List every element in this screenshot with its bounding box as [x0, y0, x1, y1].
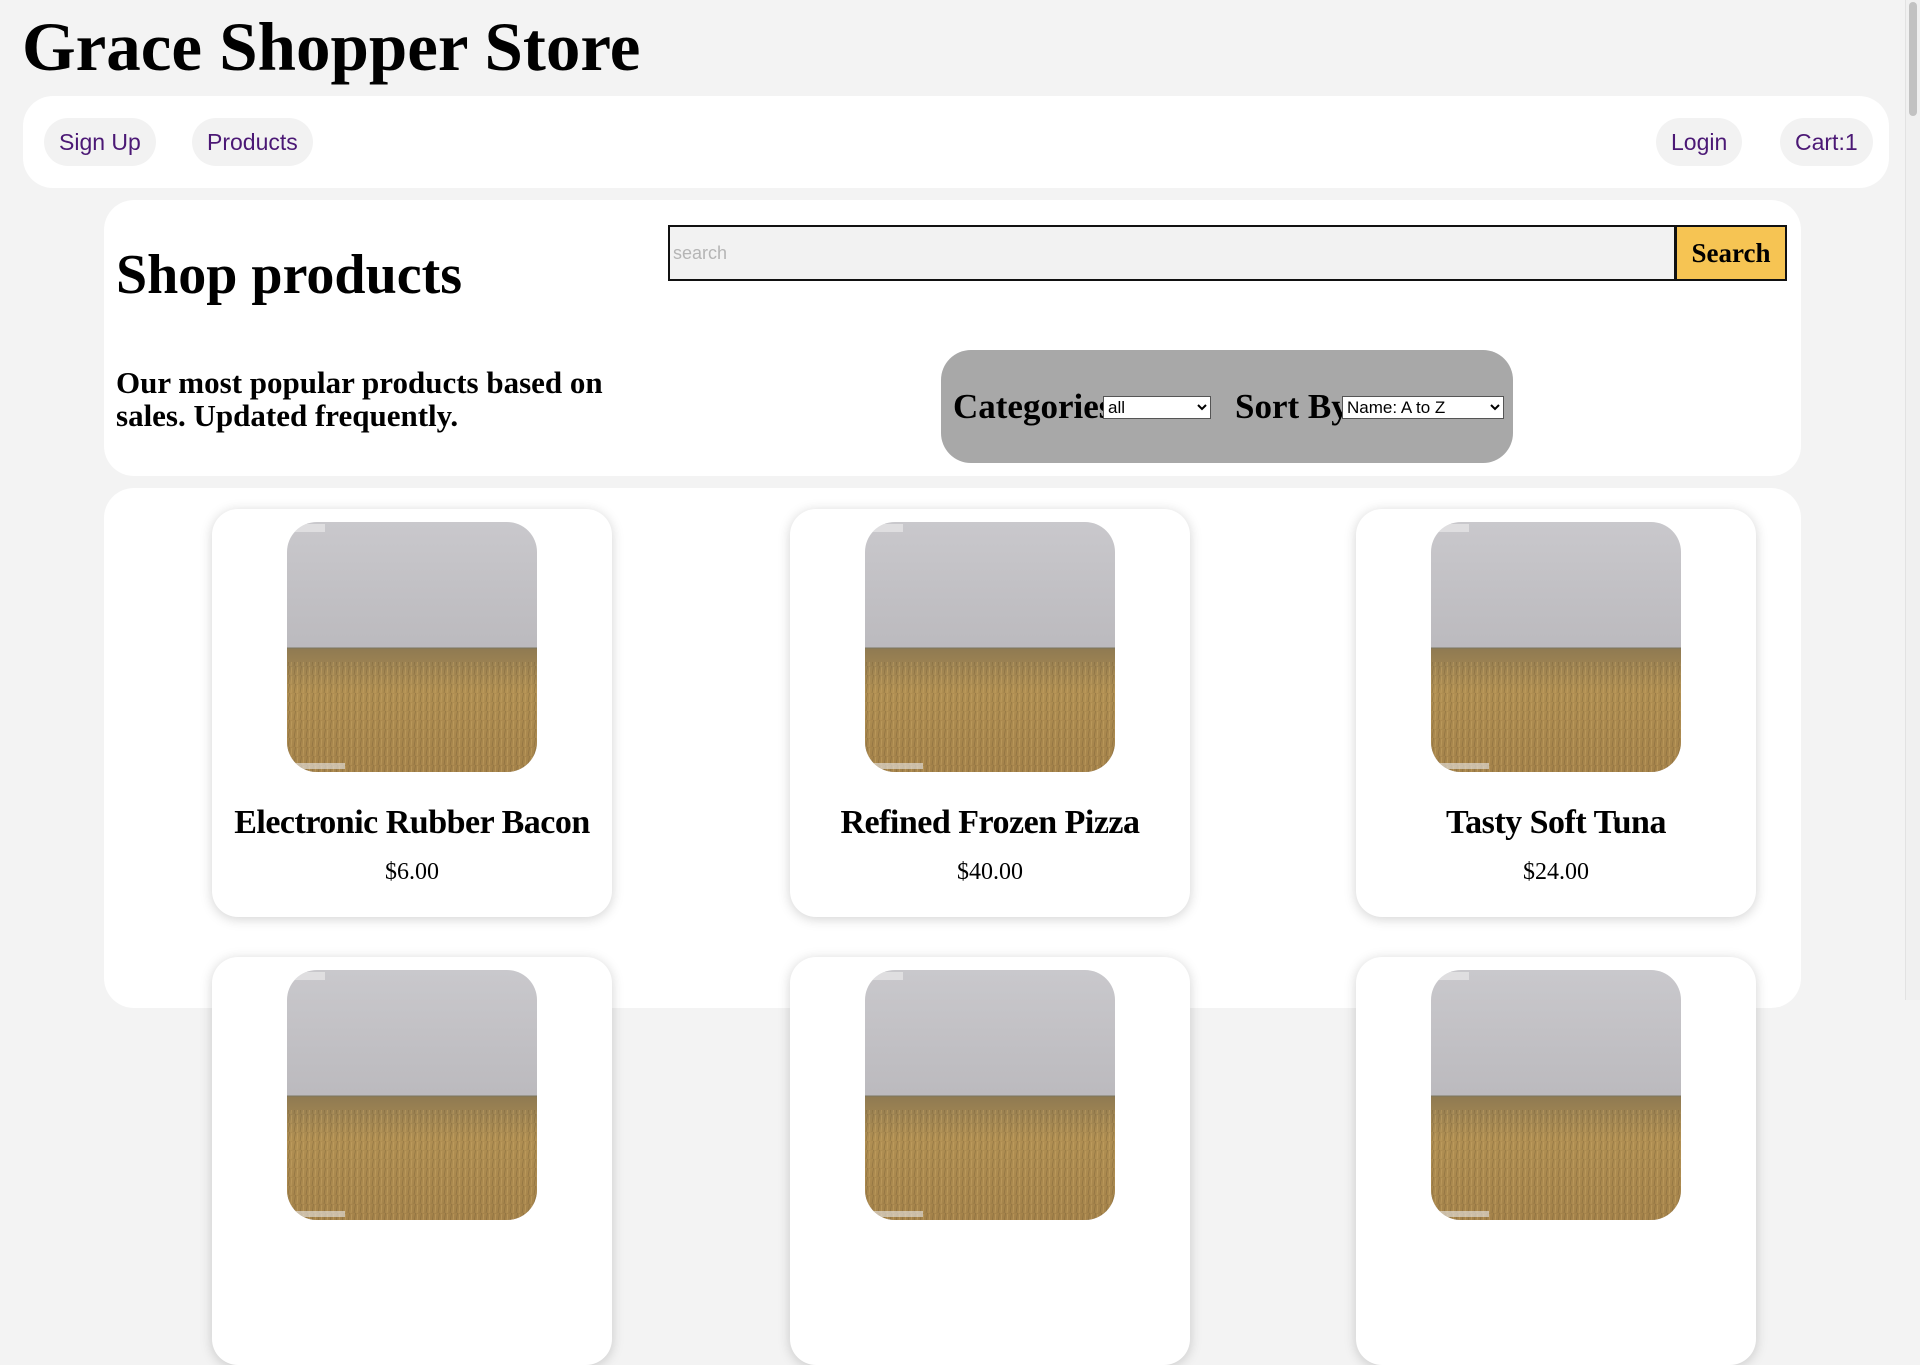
product-name[interactable]: Refined Frozen Pizza — [790, 801, 1190, 845]
product-card[interactable]: Tasty Soft Tuna $24.00 — [1356, 509, 1756, 917]
product-image[interactable] — [865, 970, 1115, 1220]
filter-bar: Categories: all Sort By: Name: A to Z — [941, 350, 1513, 463]
product-card[interactable] — [790, 957, 1190, 1365]
search-button[interactable]: Search — [1675, 225, 1787, 281]
nav-login-link[interactable]: Login — [1656, 118, 1743, 166]
product-price: $24.00 — [1523, 859, 1589, 885]
nav-products-link[interactable]: Products — [192, 118, 313, 166]
scrollbar-thumb[interactable] — [1909, 2, 1917, 116]
shop-heading: Shop products — [116, 244, 463, 306]
search-input[interactable] — [668, 225, 1676, 281]
nav-cart-link[interactable]: Cart:1 — [1780, 118, 1873, 166]
product-image[interactable] — [287, 522, 537, 772]
product-image[interactable] — [1431, 970, 1681, 1220]
categories-label: Categories: — [953, 387, 1125, 426]
nav-sign-up-link[interactable]: Sign Up — [44, 118, 156, 166]
product-image[interactable] — [1431, 522, 1681, 772]
product-image[interactable] — [287, 970, 537, 1220]
shop-header-panel: Shop products Search Our most popular pr… — [104, 200, 1801, 476]
product-card[interactable] — [1356, 957, 1756, 1365]
product-name[interactable]: Electronic Rubber Bacon — [212, 801, 612, 845]
page-scrollbar[interactable] — [1905, 0, 1920, 1000]
product-card[interactable]: Refined Frozen Pizza $40.00 — [790, 509, 1190, 917]
product-price: $6.00 — [385, 859, 439, 885]
navbar: Sign Up Products Login Cart:1 — [23, 96, 1889, 188]
sort-by-select[interactable]: Name: A to Z — [1342, 396, 1504, 419]
site-title: Grace Shopper Store — [22, 9, 641, 85]
product-grid-panel: Electronic Rubber Bacon $6.00 Refined Fr… — [104, 488, 1801, 1365]
product-card[interactable]: Electronic Rubber Bacon $6.00 — [212, 509, 612, 917]
categories-select[interactable]: all — [1103, 396, 1211, 419]
product-card[interactable] — [212, 957, 612, 1365]
product-image[interactable] — [865, 522, 1115, 772]
product-price: $40.00 — [957, 859, 1023, 885]
product-name[interactable]: Tasty Soft Tuna — [1356, 801, 1756, 845]
tagline: Our most popular products based on sales… — [116, 365, 603, 433]
